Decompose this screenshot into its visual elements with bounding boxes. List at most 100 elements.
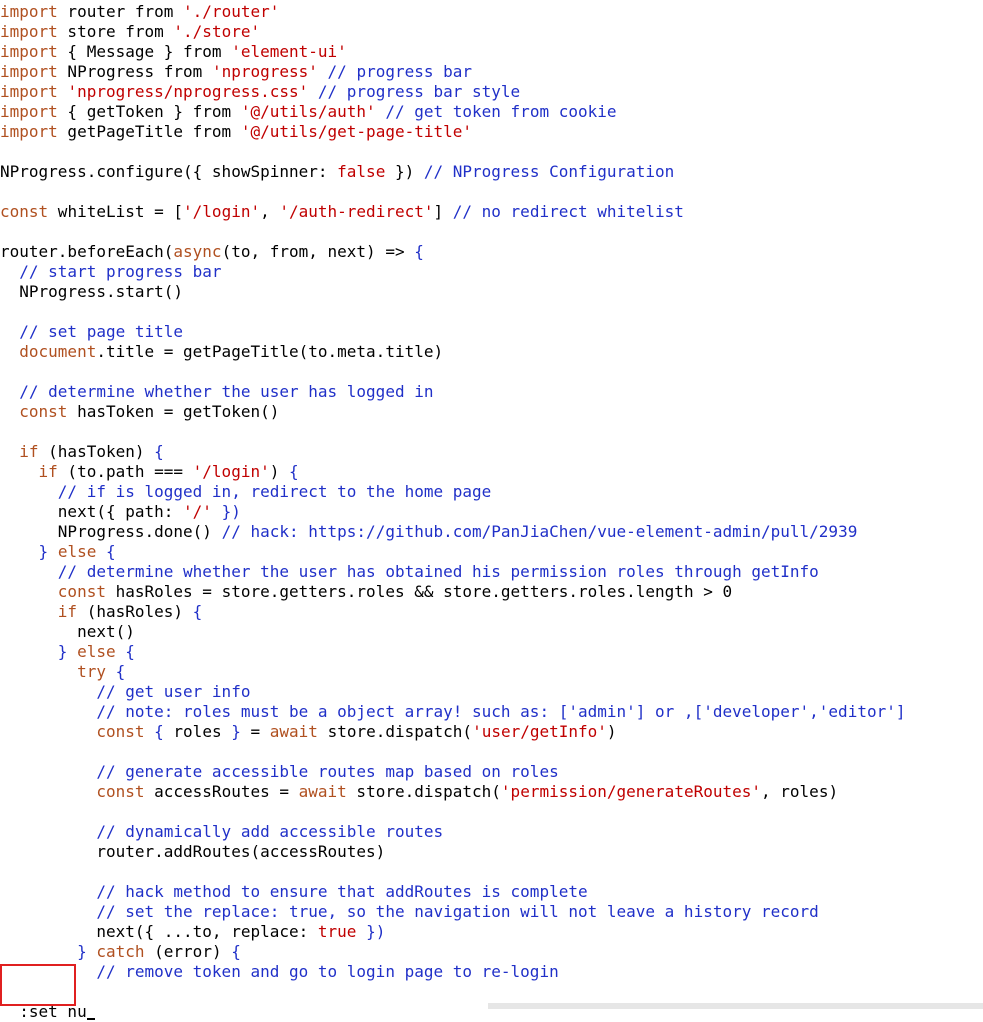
code-line: // set page title — [0, 322, 183, 342]
code-token: const — [0, 202, 49, 221]
code-token: NProgress — [57, 62, 164, 81]
code-token: { — [154, 442, 164, 461]
code-token: hasRoles = store.getters.roles && store.… — [105, 582, 733, 601]
code-token: router.beforeEach( — [0, 242, 174, 261]
code-line: router.addRoutes(accessRoutes) — [0, 842, 385, 862]
annotation-highlight-box — [0, 964, 76, 1006]
code-token: else — [77, 642, 116, 661]
code-token: './router' — [183, 2, 280, 21]
code-token: const — [19, 402, 68, 421]
code-token: async — [173, 242, 222, 261]
code-token: { — [105, 542, 116, 561]
code-token: import — [0, 102, 58, 121]
code-token: // dynamically add accessible routes — [0, 822, 444, 841]
code-line: // if is logged in, redirect to the home… — [0, 482, 491, 502]
code-token: '/auth-redirect' — [279, 202, 434, 221]
code-token: '/login' — [192, 462, 270, 481]
code-token: { — [192, 602, 203, 621]
code-token: // hack method to ensure that addRoutes … — [0, 882, 588, 901]
code-token: // determine whether the user has logged… — [0, 382, 434, 401]
code-line: if (to.path === '/login') { — [0, 462, 299, 482]
code-token: '/' — [183, 502, 212, 521]
code-token: , roles) — [761, 782, 839, 801]
code-token: from — [192, 122, 232, 141]
code-token: './store' — [173, 22, 261, 41]
code-line: const hasRoles = store.getters.roles && … — [0, 582, 732, 602]
code-token: 'permission/generateRoutes' — [500, 782, 762, 801]
code-line: router.beforeEach(async(to, from, next) … — [0, 242, 424, 262]
code-line: next({ path: '/' }) — [0, 502, 241, 522]
code-token: NProgress.done() — [0, 522, 222, 541]
code-line: const whiteList = ['/login', '/auth-redi… — [0, 202, 684, 222]
code-line: const accessRoutes = await store.dispatc… — [0, 782, 838, 802]
code-token: // progress bar style — [308, 82, 521, 101]
code-line: // determine whether the user has logged… — [0, 382, 433, 402]
code-line: // note: roles must be a object array! s… — [0, 702, 905, 722]
code-token: (hasToken) — [38, 442, 155, 461]
code-token: // set page title — [0, 322, 184, 341]
code-line: const hasToken = getToken() — [0, 402, 279, 422]
code-token: (hasRoles) — [77, 602, 193, 621]
code-token: false — [337, 162, 386, 181]
code-token: whiteList = [ — [48, 202, 184, 221]
code-token: , — [260, 202, 280, 221]
code-token: const — [96, 722, 145, 741]
code-line: if (hasToken) { — [0, 442, 164, 462]
code-token: // progress bar — [317, 62, 473, 81]
code-token: next({ ...to, replace: — [0, 922, 318, 941]
code-token: import — [0, 62, 58, 81]
code-token: { — [231, 942, 241, 961]
code-token: { — [414, 242, 424, 261]
code-line: document.title = getPageTitle(to.meta.ti… — [0, 342, 443, 362]
code-editor[interactable]: import router from './router' import stor… — [0, 0, 983, 1003]
code-token: } — [0, 642, 68, 661]
code-line: next({ ...to, replace: true }) — [0, 922, 385, 942]
code-token: else — [57, 542, 97, 561]
code-token: await — [269, 722, 318, 741]
code-token: from — [192, 102, 232, 121]
code-token: from — [125, 22, 164, 41]
code-token: (to.path === — [57, 462, 193, 481]
code-line: import { getToken } from '@/utils/auth' … — [0, 102, 617, 122]
code-line: // start progress bar — [0, 262, 221, 282]
text-cursor — [86, 1018, 95, 1020]
code-line: // generate accessible routes map based … — [0, 762, 558, 782]
code-token: 'nprogress' — [211, 62, 318, 81]
code-token: // remove token and go to login page to … — [0, 962, 559, 981]
code-token: { Message } — [57, 42, 184, 61]
code-line: import 'nprogress/nprogress.css' // prog… — [0, 82, 520, 102]
code-line: const { roles } = await store.dispatch('… — [0, 722, 617, 742]
code-line: // set the replace: true, so the navigat… — [0, 902, 818, 922]
code-line: } else { — [0, 542, 116, 562]
code-token: const — [96, 782, 145, 801]
code-line: import { Message } from 'element-ui' — [0, 42, 347, 62]
code-token: try — [77, 662, 106, 681]
code-token: catch — [96, 942, 145, 961]
code-token: from — [163, 62, 203, 81]
code-token: ) — [269, 462, 289, 481]
code-token: }) — [385, 162, 424, 181]
code-token: roles — [163, 722, 232, 741]
code-token: store.dispatch( — [346, 782, 501, 801]
code-token: // get token from cookie — [375, 102, 617, 121]
code-token: // note: roles must be a object array! s… — [0, 702, 906, 721]
code-line: import getPageTitle from '@/utils/get-pa… — [0, 122, 472, 142]
code-token: { — [288, 462, 299, 481]
code-token: } — [231, 722, 241, 741]
code-token: 'nprogress/nprogress.css' — [67, 82, 309, 101]
code-token: ) — [606, 722, 617, 741]
code-token: { — [125, 642, 135, 661]
